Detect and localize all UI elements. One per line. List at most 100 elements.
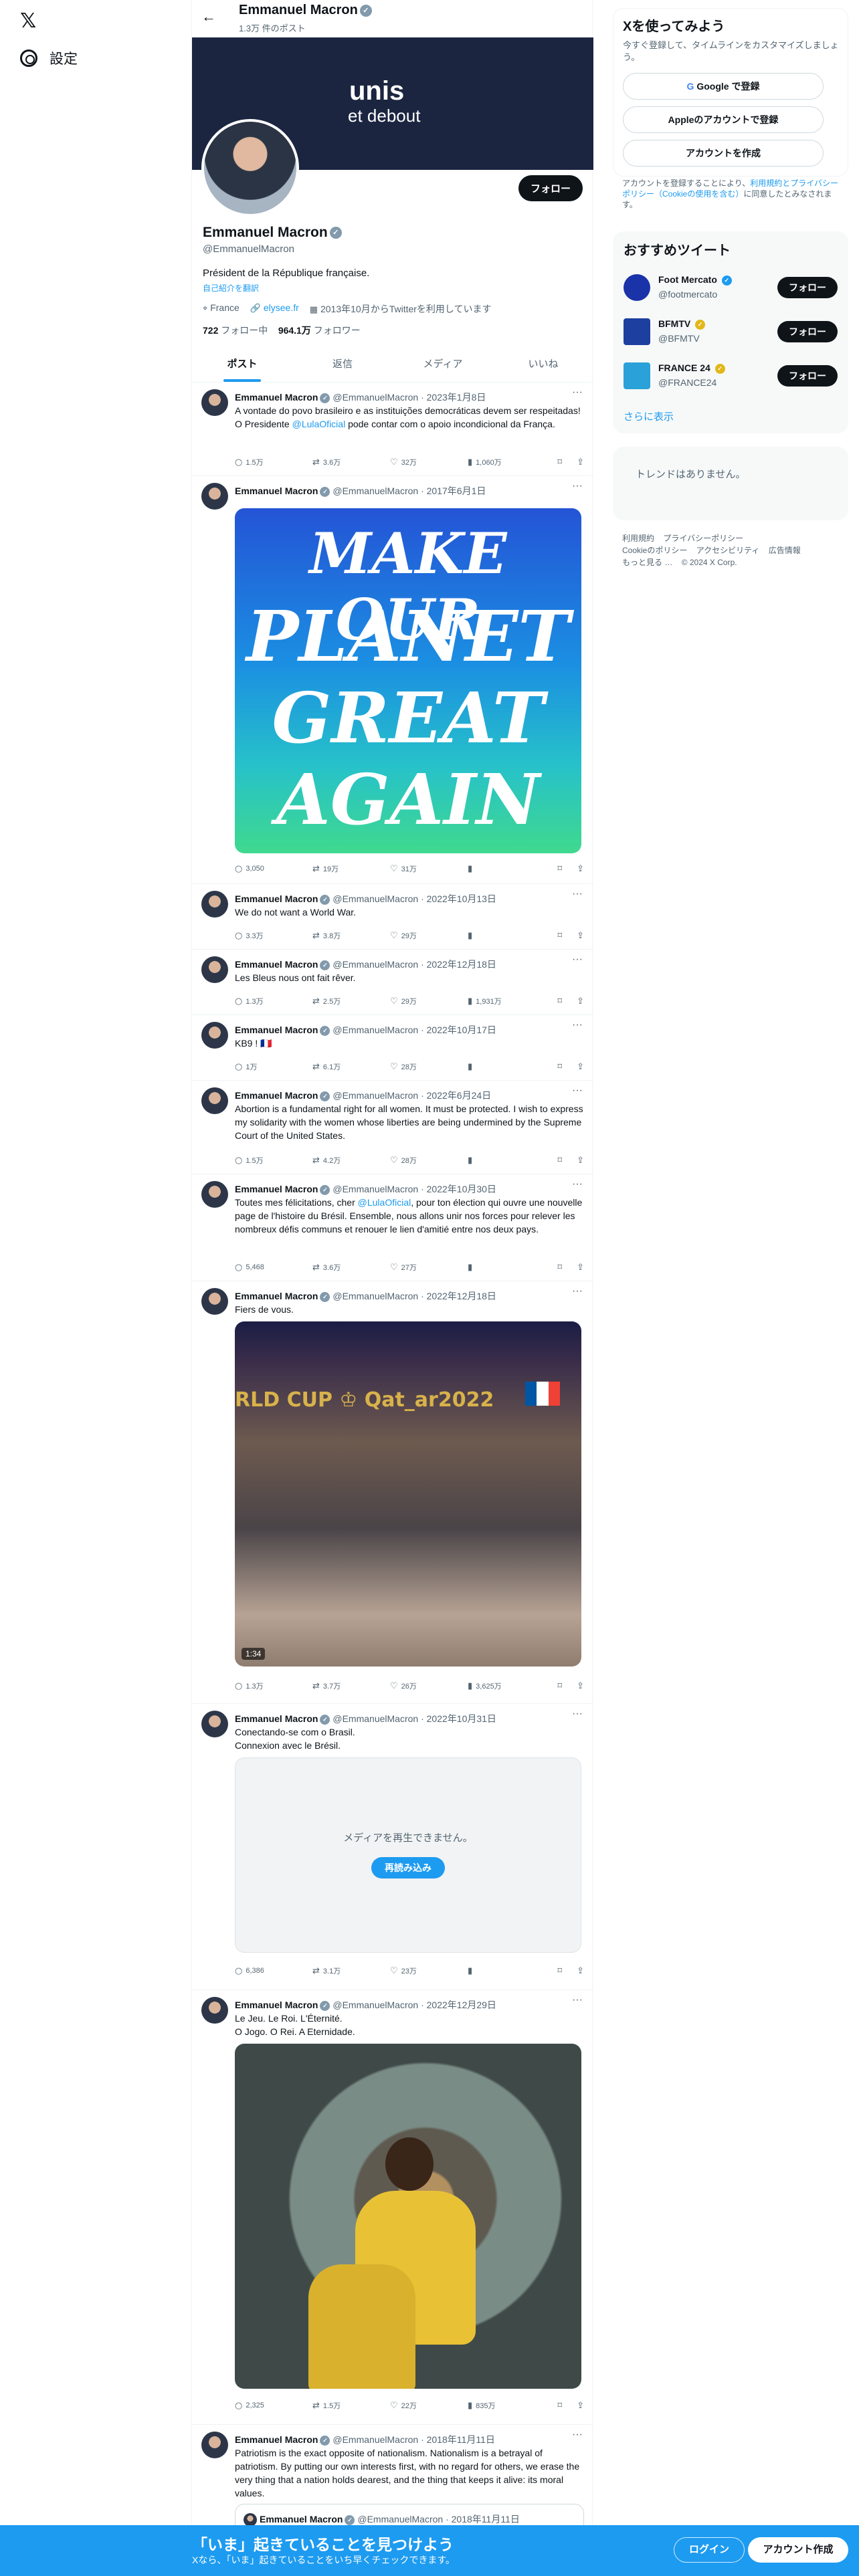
back-arrow-icon[interactable]: ← [201, 8, 216, 25]
bookmark-icon[interactable]: ⌑ [557, 457, 562, 467]
followers-link[interactable]: 964.1万 フォロワー [278, 325, 361, 336]
views-button[interactable]: ▮ [468, 1963, 545, 1978]
more-options-icon[interactable]: ··· [572, 2429, 583, 2441]
views-button[interactable]: ▮ [468, 928, 545, 943]
tweet-author-name[interactable]: Emmanuel Macron [235, 1184, 318, 1194]
footer-link[interactable]: 広告情報 [769, 546, 801, 555]
views-button[interactable]: ▮ 1,060万 [468, 455, 545, 469]
tab-replies[interactable]: 返信 [292, 346, 393, 382]
tweet[interactable]: Emmanuel Macron ✓ @EmmanuelMacron · 2017年… [192, 476, 593, 884]
footer-link[interactable]: 利用規約 [622, 534, 654, 543]
translate-bio-link[interactable]: 自己紹介を翻訳 [203, 282, 259, 294]
mention-link[interactable]: @LulaOficial [292, 419, 346, 429]
tweet[interactable]: Emmanuel Macron ✓ @EmmanuelMacron · 2022年… [192, 1704, 593, 1990]
recommended-account[interactable]: Foot Mercato ✓ @footmercato フォロー [624, 272, 838, 304]
avatar[interactable] [201, 956, 228, 983]
x-logo-icon[interactable]: 𝕏 [20, 9, 36, 33]
more-options-icon[interactable]: ··· [572, 387, 583, 399]
tweet-date[interactable]: 2022年12月18日 [427, 959, 496, 970]
signup-button[interactable]: アカウント作成 [748, 2537, 848, 2563]
bookmark-icon[interactable]: ⌑ [557, 1966, 562, 1976]
profile-website-link[interactable]: elysee.fr [264, 302, 299, 313]
reply-button[interactable]: ○ 1.3万 [235, 1679, 312, 1693]
views-button[interactable]: ▮ 835万 [468, 2398, 545, 2413]
tweet-author-name[interactable]: Emmanuel Macron [235, 486, 318, 496]
more-options-icon[interactable]: ··· [572, 480, 583, 492]
views-button[interactable]: ▮ [468, 1059, 545, 1074]
tweet[interactable]: Emmanuel Macron ✓ @EmmanuelMacron · 2022年… [192, 1081, 593, 1174]
retweet-button[interactable]: ⇄ 3.6万 [312, 1260, 390, 1275]
tweet[interactable]: Emmanuel Macron ✓ @EmmanuelMacron · 2023年… [192, 383, 593, 476]
like-button[interactable]: ♡ 31万 [390, 861, 468, 876]
login-button[interactable]: ログイン [674, 2537, 745, 2563]
reply-button[interactable]: ○ 3.3万 [235, 928, 312, 943]
bookmark-icon[interactable]: ⌑ [557, 1681, 562, 1691]
retweet-button[interactable]: ⇄ 19万 [312, 861, 390, 876]
like-button[interactable]: ♡ 26万 [390, 1679, 468, 1693]
avatar[interactable] [201, 1288, 228, 1315]
footer-link[interactable]: プライバシーポリシー [663, 534, 743, 543]
show-more-link[interactable]: さらに表示 [624, 409, 674, 423]
footer-link[interactable]: もっと見る … [622, 558, 672, 567]
retweet-button[interactable]: ⇄ 3.6万 [312, 455, 390, 469]
more-options-icon[interactable]: ··· [572, 1994, 583, 2006]
tweet[interactable]: Emmanuel Macron ✓ @EmmanuelMacron · 2022年… [192, 950, 593, 1015]
tweet[interactable]: Emmanuel Macron ✓ @EmmanuelMacron · 2022年… [192, 1174, 593, 1281]
reply-button[interactable]: ○ 1.3万 [235, 994, 312, 1008]
recommended-account[interactable]: BFMTV ✓ @BFMTV フォロー [624, 316, 838, 348]
tweet-author-name[interactable]: Emmanuel Macron [235, 1291, 318, 1301]
following-link[interactable]: 722 フォロー中 [203, 325, 268, 336]
bookmark-icon[interactable]: ⌑ [557, 864, 562, 874]
more-options-icon[interactable]: ··· [572, 1085, 583, 1097]
tweet[interactable]: Emmanuel Macron ✓ @EmmanuelMacron · 2022年… [192, 1281, 593, 1704]
retweet-button[interactable]: ⇄ 4.2万 [312, 1153, 390, 1168]
reload-button[interactable]: 再読み込み [371, 1857, 445, 1879]
tweet[interactable]: Emmanuel Macron ✓ @EmmanuelMacron · 2022年… [192, 1990, 593, 2425]
create-account-button[interactable]: アカウントを作成 [623, 140, 824, 167]
tweet-date[interactable]: 2023年1月8日 [427, 392, 486, 403]
share-icon[interactable]: ⇪ [577, 1263, 584, 1273]
tweet-author-name[interactable]: Emmanuel Macron [235, 1090, 318, 1101]
tweet-media-image[interactable] [235, 2044, 581, 2389]
share-icon[interactable]: ⇪ [577, 996, 584, 1006]
tweet-author-name[interactable]: Emmanuel Macron [235, 1025, 318, 1035]
like-button[interactable]: ♡ 28万 [390, 1153, 468, 1168]
avatar[interactable] [201, 2432, 228, 2458]
tweet-date[interactable]: 2017年6月1日 [427, 486, 486, 496]
bookmark-icon[interactable]: ⌑ [557, 1156, 562, 1166]
views-button[interactable]: ▮ [468, 861, 545, 876]
tweet-date[interactable]: 2022年6月24日 [427, 1090, 492, 1101]
tweet-author-name[interactable]: Emmanuel Macron [235, 893, 318, 904]
avatar[interactable] [201, 891, 228, 918]
share-icon[interactable]: ⇪ [577, 1156, 584, 1166]
tweet-date[interactable]: 2022年10月31日 [427, 1713, 496, 1724]
avatar[interactable] [201, 1022, 228, 1049]
bookmark-icon[interactable]: ⌑ [557, 996, 562, 1006]
views-button[interactable]: ▮ [468, 1153, 545, 1168]
reply-button[interactable]: ○ 6,386 [235, 1963, 312, 1978]
reply-button[interactable]: ○ 3,050 [235, 861, 312, 876]
more-options-icon[interactable]: ··· [572, 888, 583, 900]
reply-button[interactable]: ○ 1万 [235, 1059, 312, 1074]
tweet[interactable]: Emmanuel Macron ✓ @EmmanuelMacron · 2022年… [192, 1015, 593, 1081]
footer-link[interactable]: Cookieのポリシー [622, 546, 687, 555]
tweet-media-video[interactable]: RLD CUP ♔ Qat_ar2022 1:34 [235, 1321, 581, 1667]
tab-likes[interactable]: いいね [493, 346, 593, 382]
apple-signup-button[interactable]: Appleのアカウントで登録 [623, 106, 824, 133]
avatar[interactable] [201, 1087, 228, 1114]
footer-link[interactable]: アクセシビリティ [696, 546, 760, 555]
tab-posts[interactable]: ポスト [192, 346, 292, 382]
tweet-author-name[interactable]: Emmanuel Macron [235, 392, 318, 403]
avatar[interactable] [201, 1181, 228, 1208]
like-button[interactable]: ♡ 22万 [390, 2398, 468, 2413]
tweet-date[interactable]: 2022年10月30日 [427, 1184, 496, 1194]
views-button[interactable]: ▮ 3,625万 [468, 1679, 545, 1693]
profile-avatar[interactable] [201, 119, 299, 217]
mention-link[interactable]: @LulaOficial [358, 1197, 411, 1208]
reply-button[interactable]: ○ 5,468 [235, 1260, 312, 1275]
share-icon[interactable]: ⇪ [577, 1681, 584, 1691]
bookmark-icon[interactable]: ⌑ [557, 2401, 562, 2411]
retweet-button[interactable]: ⇄ 3.1万 [312, 1963, 390, 1978]
like-button[interactable]: ♡ 32万 [390, 455, 468, 469]
reply-button[interactable]: ○ 1.5万 [235, 1153, 312, 1168]
